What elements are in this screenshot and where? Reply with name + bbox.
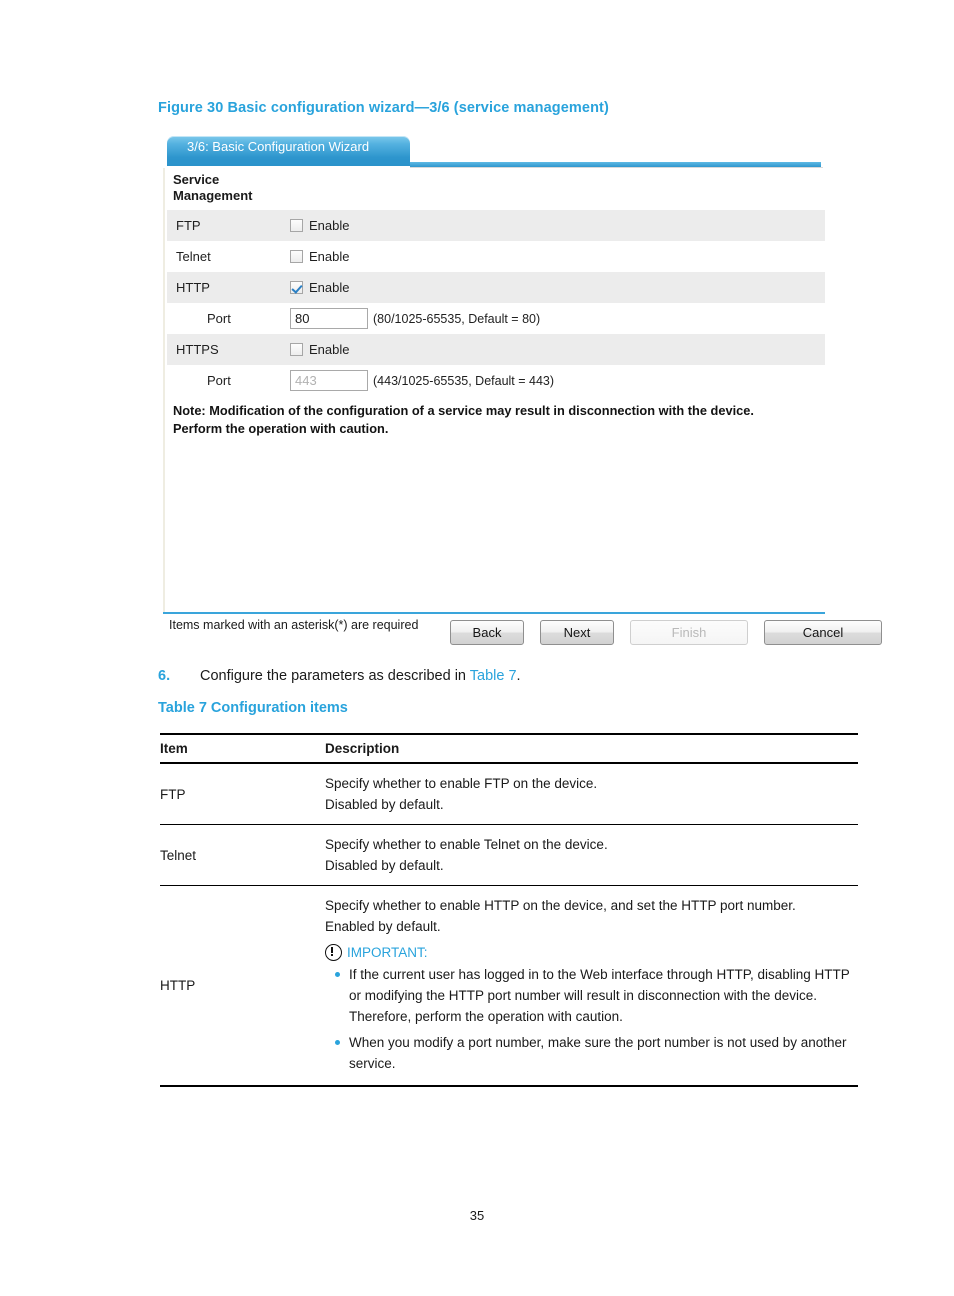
column-header-item: Item [160, 741, 188, 756]
required-items-note: Items marked with an asterisk(*) are req… [169, 618, 419, 632]
ftp-enable-label: Enable [309, 218, 350, 233]
important-notice-header: IMPORTANT: [325, 944, 858, 961]
figure-caption: Figure 30 Basic configuration wizard—3/6… [158, 100, 609, 116]
service-management-table: FTP Enable Telnet Enable HTTP Enable Por… [167, 210, 825, 396]
table-header-row: Item Description [160, 734, 858, 763]
page-number: 35 [469, 1208, 485, 1223]
cell-description-ftp: Specify whether to enable FTP on the dev… [325, 763, 858, 825]
step-number: 6. [158, 668, 171, 684]
step-text-before: Configure the parameters as described in [200, 668, 470, 684]
tab-label: 3/6: Basic Configuration Wizard [187, 139, 370, 154]
column-header-description: Description [325, 741, 400, 756]
cancel-button[interactable]: Cancel [764, 620, 882, 645]
wizard-note: Note: Modification of the configuration … [173, 403, 754, 436]
table-body: FTP Specify whether to enable FTP on the… [160, 763, 858, 1086]
wizard-body: Service Management FTP Enable Telnet Ena… [163, 168, 825, 612]
wizard-button-row: Back Next Finish Cancel [450, 620, 882, 645]
exclamation-circle-icon [325, 944, 342, 961]
http-enable-label: Enable [309, 280, 350, 295]
finish-button[interactable]: Finish [630, 620, 748, 645]
http-port-hint: (80/1025-65535, Default = 80) [373, 311, 541, 326]
https-enable-checkbox[interactable] [290, 343, 303, 356]
list-item: If the current user has logged in to the… [335, 964, 858, 1027]
table-row: FTP Specify whether to enable FTP on the… [160, 763, 858, 825]
wizard-tabstrip: 3/6: Basic Configuration Wizard [163, 132, 825, 169]
document-page: Figure 30 Basic configuration wizard—3/6… [0, 0, 954, 1296]
description-line: Disabled by default. [325, 797, 444, 812]
row-control-https: Enable [290, 334, 349, 365]
telnet-enable-label: Enable [309, 249, 350, 264]
row-label-ftp: FTP [176, 218, 201, 233]
cell-description-telnet: Specify whether to enable Telnet on the … [325, 825, 858, 886]
next-button[interactable]: Next [540, 620, 614, 645]
https-enable-label: Enable [309, 342, 350, 357]
important-label: IMPORTANT: [347, 945, 428, 960]
description-line: Specify whether to enable FTP on the dev… [325, 776, 598, 791]
list-item: When you modify a port number, make sure… [335, 1032, 858, 1074]
configuration-items-table: Item Description FTP Specify whether to … [160, 733, 858, 1087]
telnet-enable-checkbox[interactable] [290, 250, 303, 263]
table-7-link[interactable]: Table 7 [470, 668, 517, 684]
https-port-hint: (443/1025-65535, Default = 443) [373, 373, 555, 388]
ftp-enable-checkbox[interactable] [290, 219, 303, 232]
row-control-telnet: Enable [290, 241, 349, 272]
description-line: Enabled by default. [325, 919, 441, 934]
table-row: Port (80/1025-65535, Default = 80) [167, 303, 825, 334]
table-caption: Table 7 Configuration items [158, 700, 348, 716]
table-row: Telnet Enable [167, 241, 825, 272]
cell-item-ftp: FTP [160, 786, 186, 802]
http-enable-checkbox[interactable] [290, 281, 303, 294]
important-bullet-list: If the current user has logged in to the… [325, 964, 858, 1074]
https-port-input[interactable] [290, 370, 368, 391]
back-button[interactable]: Back [450, 620, 524, 645]
wizard-screenshot: 3/6: Basic Configuration Wizard Service … [163, 132, 882, 648]
cell-item-telnet: Telnet [160, 847, 197, 863]
row-control-http: Enable [290, 272, 349, 303]
table-row: Telnet Specify whether to enable Telnet … [160, 825, 858, 886]
table-row: HTTP Enable [167, 272, 825, 303]
row-label-https-port: Port [207, 373, 231, 388]
step-6: 6. Configure the parameters as described … [158, 668, 521, 684]
row-label-http-port: Port [207, 311, 231, 326]
table-row: FTP Enable [167, 210, 825, 241]
description-line: Specify whether to enable HTTP on the de… [325, 898, 796, 913]
description-line: Specify whether to enable Telnet on the … [325, 837, 608, 852]
table-row: Port (443/1025-65535, Default = 443) [167, 365, 825, 396]
row-label-http: HTTP [176, 280, 210, 295]
description-line: Disabled by default. [325, 858, 444, 873]
section-title: Service Management [173, 172, 253, 203]
row-label-telnet: Telnet [176, 249, 211, 264]
table-row: HTTPS Enable [167, 334, 825, 365]
row-control-https-port: (443/1025-65535, Default = 443) [290, 365, 554, 396]
cell-description-http: Specify whether to enable HTTP on the de… [325, 886, 858, 1087]
step-text-after: . [516, 668, 521, 684]
row-label-https: HTTPS [176, 342, 219, 357]
table-row: HTTP Specify whether to enable HTTP on t… [160, 886, 858, 1087]
row-control-ftp: Enable [290, 210, 349, 241]
row-control-http-port: (80/1025-65535, Default = 80) [290, 303, 540, 334]
table-header: Item Description [160, 734, 858, 763]
wizard-footer: Items marked with an asterisk(*) are req… [163, 612, 882, 648]
cell-item-http: HTTP [160, 978, 196, 993]
footer-divider [163, 612, 825, 614]
http-port-input[interactable] [290, 308, 368, 329]
